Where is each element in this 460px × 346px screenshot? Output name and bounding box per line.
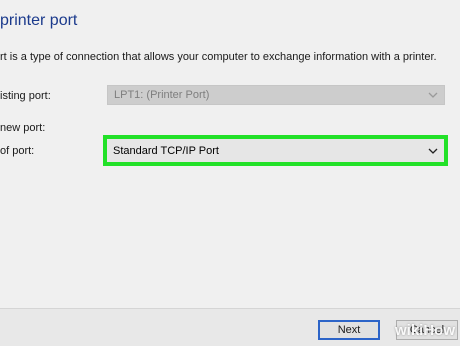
wikihow-watermark: wikiHow: [395, 322, 456, 339]
port-type-label: of port:: [0, 145, 35, 157]
existing-port-select: LPT1: (Printer Port): [107, 85, 445, 105]
port-type-highlight: Standard TCP/IP Port: [103, 135, 448, 166]
dialog-title: printer port: [0, 12, 78, 29]
port-type-select[interactable]: Standard TCP/IP Port: [107, 139, 444, 162]
chevron-down-icon: [428, 148, 438, 154]
chevron-down-icon: [428, 92, 438, 98]
dialog-description: rt is a type of connection that allows y…: [0, 51, 437, 63]
existing-port-value: LPT1: (Printer Port): [114, 89, 210, 101]
use-existing-port-radio-label[interactable]: isting port:: [0, 90, 51, 102]
next-button[interactable]: Next: [318, 320, 380, 340]
dialog-button-bar: [0, 308, 460, 346]
port-type-value: Standard TCP/IP Port: [113, 144, 219, 157]
create-new-port-radio-label[interactable]: new port:: [0, 122, 45, 134]
